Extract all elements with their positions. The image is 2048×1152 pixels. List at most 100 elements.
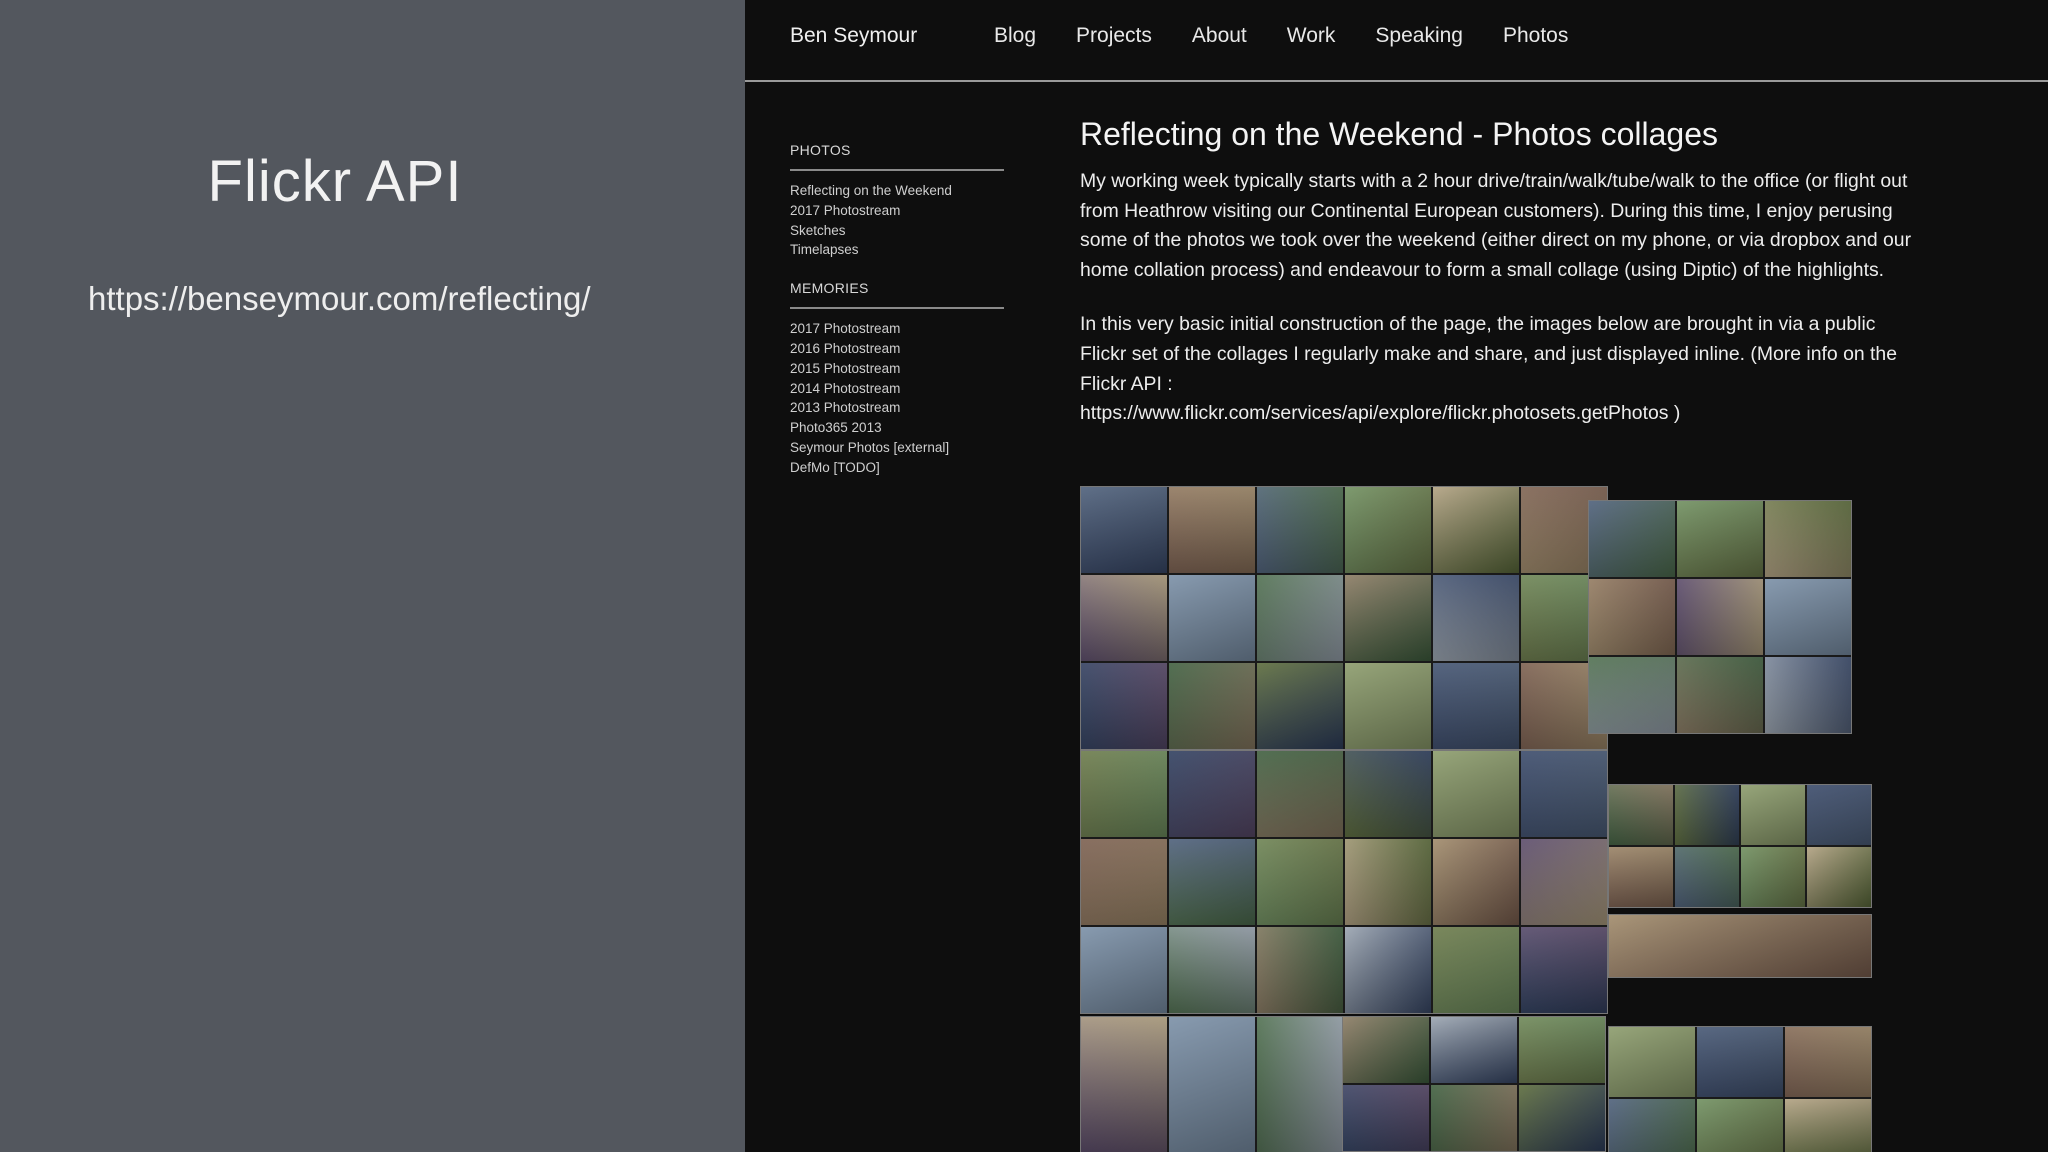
- photo-thumbnail: [1081, 663, 1167, 749]
- post-paragraph-2-text: In this very basic initial construction …: [1080, 313, 1897, 395]
- sidebar-item-defmo[interactable]: DefMo [TODO]: [790, 458, 1004, 478]
- photo-thumbnail: [1345, 751, 1431, 837]
- site-header: Ben Seymour Blog Projects About Work Spe…: [745, 0, 2048, 82]
- photo-thumbnail: [1257, 839, 1343, 925]
- photo-thumbnail: [1677, 501, 1763, 577]
- nav-work[interactable]: Work: [1287, 24, 1336, 48]
- main-nav: Blog Projects About Work Speaking Photos: [994, 24, 1608, 48]
- sidebar-item-2016[interactable]: 2016 Photostream: [790, 339, 1004, 359]
- photo-thumbnail: [1169, 839, 1255, 925]
- photo-thumbnail: [1257, 487, 1343, 573]
- photo-thumbnail: [1741, 785, 1805, 845]
- post-content: Reflecting on the Weekend - Photos colla…: [1080, 116, 1920, 454]
- photo-thumbnail: [1697, 1099, 1783, 1152]
- photo-collage[interactable]: [1608, 784, 1872, 908]
- photo-thumbnail: [1677, 657, 1763, 733]
- photo-thumbnail: [1345, 487, 1431, 573]
- sidebar-memories-list: 2017 Photostream 2016 Photostream 2015 P…: [790, 319, 1004, 477]
- nav-blog[interactable]: Blog: [994, 24, 1036, 48]
- slide-panel: Flickr API https://benseymour.com/reflec…: [0, 0, 745, 1152]
- photo-thumbnail: [1521, 927, 1607, 1013]
- photo-thumbnail: [1675, 847, 1739, 907]
- photo-collage[interactable]: [1080, 486, 1608, 750]
- photo-thumbnail: [1257, 663, 1343, 749]
- photo-thumbnail: [1609, 847, 1673, 907]
- photo-thumbnail: [1785, 1027, 1871, 1097]
- photo-thumbnail: [1081, 1017, 1167, 1152]
- photo-thumbnail: [1589, 501, 1675, 577]
- photo-thumbnail: [1589, 579, 1675, 655]
- photo-thumbnail: [1431, 1085, 1517, 1151]
- photo-thumbnail: [1345, 575, 1431, 661]
- photo-thumbnail: [1765, 501, 1851, 577]
- post-paragraph-2: In this very basic initial construction …: [1080, 310, 1920, 428]
- photo-thumbnail: [1589, 657, 1675, 733]
- photo-collage[interactable]: [1608, 914, 1872, 978]
- photo-collage[interactable]: [1080, 750, 1608, 1014]
- photo-thumbnail: [1343, 1017, 1429, 1083]
- sidebar-item-2014[interactable]: 2014 Photostream: [790, 379, 1004, 399]
- sidebar-item-2013[interactable]: 2013 Photostream: [790, 398, 1004, 418]
- photo-collages: [1080, 486, 1900, 1152]
- photo-thumbnail: [1169, 575, 1255, 661]
- post-paragraph-1: My working week typically starts with a …: [1080, 170, 1912, 281]
- photo-thumbnail: [1169, 663, 1255, 749]
- photo-thumbnail: [1433, 927, 1519, 1013]
- site-brand[interactable]: Ben Seymour: [790, 24, 917, 48]
- sidebar-item-seymour-photos[interactable]: Seymour Photos [external]: [790, 438, 1004, 458]
- sidebar-item-2017[interactable]: 2017 Photostream: [790, 319, 1004, 339]
- photo-thumbnail: [1521, 751, 1607, 837]
- slide-url: https://benseymour.com/reflecting/: [88, 280, 591, 317]
- photo-thumbnail: [1697, 1027, 1783, 1097]
- photo-thumbnail: [1433, 751, 1519, 837]
- photo-thumbnail: [1785, 1099, 1871, 1152]
- sidebar-photos-list: Reflecting on the Weekend 2017 Photostre…: [790, 181, 1004, 260]
- photo-thumbnail: [1257, 1017, 1343, 1152]
- flickr-api-link[interactable]: https://www.flickr.com/services/api/expl…: [1080, 402, 1680, 424]
- photo-thumbnail: [1257, 575, 1343, 661]
- nav-speaking[interactable]: Speaking: [1375, 24, 1463, 48]
- photo-thumbnail: [1609, 1027, 1695, 1097]
- photo-thumbnail: [1609, 785, 1673, 845]
- nav-photos[interactable]: Photos: [1503, 24, 1568, 48]
- photo-thumbnail: [1519, 1085, 1605, 1151]
- photo-thumbnail: [1741, 847, 1805, 907]
- nav-about[interactable]: About: [1192, 24, 1247, 48]
- photo-thumbnail: [1343, 1085, 1429, 1151]
- photo-collage[interactable]: [1080, 1016, 1344, 1152]
- sidebar-item-sketches[interactable]: Sketches: [790, 221, 1004, 241]
- photo-thumbnail: [1433, 663, 1519, 749]
- photo-thumbnail: [1433, 839, 1519, 925]
- photo-thumbnail: [1081, 839, 1167, 925]
- sidebar-heading-photos: PHOTOS: [790, 142, 1004, 171]
- photo-thumbnail: [1081, 487, 1167, 573]
- slide-title: Flickr API: [207, 149, 463, 214]
- sidebar-item-timelapses[interactable]: Timelapses: [790, 240, 1004, 260]
- photo-thumbnail: [1169, 487, 1255, 573]
- nav-projects[interactable]: Projects: [1076, 24, 1152, 48]
- sidebar: PHOTOS Reflecting on the Weekend 2017 Ph…: [790, 142, 1004, 498]
- post-title: Reflecting on the Weekend - Photos colla…: [1080, 116, 1719, 152]
- sidebar-item-reflecting[interactable]: Reflecting on the Weekend: [790, 181, 1004, 201]
- photo-thumbnail: [1081, 927, 1167, 1013]
- photo-thumbnail: [1807, 847, 1871, 907]
- sidebar-item-2017-photostream[interactable]: 2017 Photostream: [790, 201, 1004, 221]
- photo-thumbnail: [1807, 785, 1871, 845]
- photo-thumbnail: [1765, 657, 1851, 733]
- sidebar-item-photo365[interactable]: Photo365 2013: [790, 418, 1004, 438]
- photo-thumbnail: [1345, 663, 1431, 749]
- photo-thumbnail: [1431, 1017, 1517, 1083]
- photo-thumbnail: [1609, 1099, 1695, 1152]
- photo-collage[interactable]: [1588, 500, 1852, 734]
- photo-thumbnail: [1765, 579, 1851, 655]
- photo-thumbnail: [1257, 927, 1343, 1013]
- photo-thumbnail: [1609, 915, 1871, 977]
- photo-thumbnail: [1169, 1017, 1255, 1152]
- photo-thumbnail: [1081, 751, 1167, 837]
- photo-thumbnail: [1675, 785, 1739, 845]
- photo-thumbnail: [1433, 487, 1519, 573]
- photo-collage[interactable]: [1608, 1026, 1872, 1152]
- sidebar-item-2015[interactable]: 2015 Photostream: [790, 359, 1004, 379]
- photo-collage[interactable]: [1342, 1016, 1606, 1152]
- photo-thumbnail: [1257, 751, 1343, 837]
